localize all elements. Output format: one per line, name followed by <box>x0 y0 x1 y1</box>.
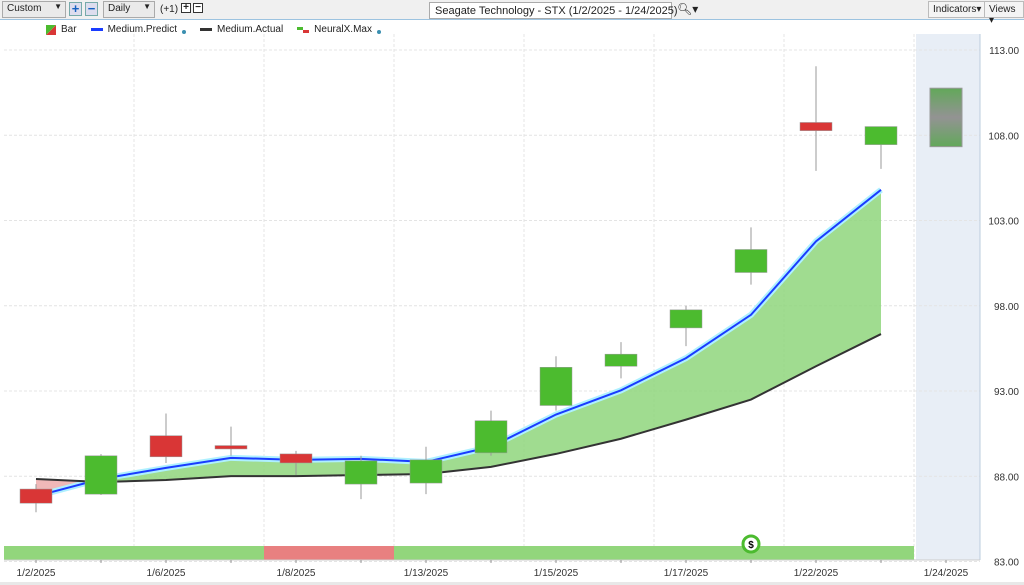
x-tick-label: 1/6/2025 <box>147 568 186 579</box>
legend-label: Medium.Predict <box>107 24 178 35</box>
legend-actual[interactable]: Medium.Actual <box>200 24 283 35</box>
signal-strip-segment <box>524 546 589 560</box>
x-tick-label: 1/22/2025 <box>794 568 839 579</box>
signal-strip-segment <box>4 546 69 560</box>
legend-predict[interactable]: Medium.Predict <box>90 24 187 35</box>
info-dot-icon <box>182 30 187 34</box>
candle <box>214 445 248 450</box>
candle <box>799 122 833 131</box>
price-chart[interactable]: 113.00 108.00 103.00 98.00 93.00 88.00 83.00 $1… <box>0 0 1024 585</box>
y-tick-label: 88.00 <box>994 472 1019 483</box>
candle <box>474 420 508 454</box>
y-tick-label: 108.00 <box>988 131 1019 142</box>
dollar-sign: $ <box>748 540 754 551</box>
candle <box>604 353 638 367</box>
legend: Bar Medium.Predict Medium.Actual NeuralX… <box>46 24 381 35</box>
candle <box>734 249 768 273</box>
signal-strip-segment <box>654 546 719 560</box>
line-icon <box>90 28 103 31</box>
y-tick-label: 83.00 <box>994 558 1019 569</box>
y-tick-label: 98.00 <box>994 302 1019 313</box>
x-tick-label: 1/15/2025 <box>534 568 579 579</box>
candle <box>149 435 183 458</box>
signal-strip-segment <box>264 546 329 560</box>
x-tick-label: 1/17/2025 <box>664 568 709 579</box>
signal-strip-segment <box>849 546 914 560</box>
forecast-candle <box>929 87 963 148</box>
signal-strip-segment <box>784 546 849 560</box>
legend-bar[interactable]: Bar <box>46 24 77 35</box>
x-tick-label: 1/24/2025 <box>924 568 969 579</box>
signal-strip-segment <box>69 546 134 560</box>
candle <box>279 453 313 464</box>
candle <box>84 455 118 495</box>
y-tick-label: 103.00 <box>988 217 1019 228</box>
bar-icon <box>46 24 56 35</box>
neuralx-icon <box>297 26 310 33</box>
signal-strip-segment <box>394 546 459 560</box>
x-tick-label: 1/2/2025 <box>17 568 56 579</box>
info-dot-icon <box>376 30 381 34</box>
y-tick-label: 93.00 <box>994 387 1019 398</box>
signal-strip-segment <box>329 546 394 560</box>
candle <box>864 126 898 145</box>
legend-label: Bar <box>61 24 77 35</box>
signal-strip-segment <box>459 546 524 560</box>
x-tick-label: 1/13/2025 <box>404 568 449 579</box>
candle <box>19 488 53 504</box>
x-tick-label: 1/8/2025 <box>277 568 316 579</box>
candle <box>669 309 703 329</box>
legend-label: Medium.Actual <box>217 24 284 35</box>
signal-strip-segment <box>589 546 654 560</box>
legend-label: NeuralX.Max <box>314 24 372 35</box>
signal-strip-segment <box>134 546 199 560</box>
candle <box>539 367 573 406</box>
y-tick-label: 113.00 <box>989 46 1019 57</box>
signal-strip-segment <box>199 546 264 560</box>
legend-neuralx[interactable]: NeuralX.Max <box>297 24 381 35</box>
candle <box>344 460 378 485</box>
line-icon <box>200 28 213 31</box>
candle <box>409 459 443 484</box>
